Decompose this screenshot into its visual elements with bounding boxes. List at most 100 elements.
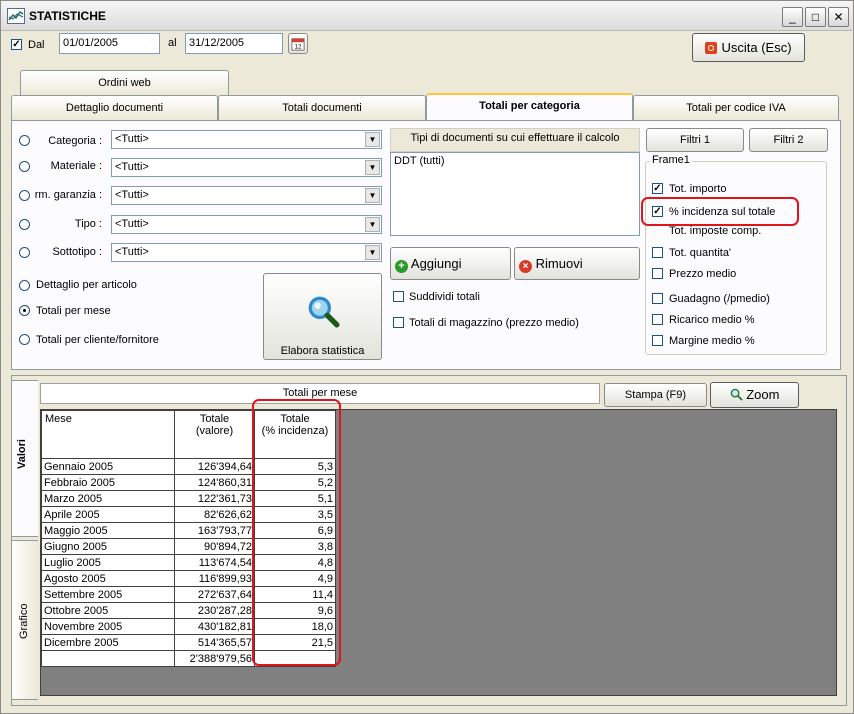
column-header-valore[interactable]: Totale (valore) bbox=[174, 410, 255, 459]
table-cell[interactable]: 113'674,54 bbox=[174, 554, 255, 571]
chevron-down-icon: ▼ bbox=[365, 217, 380, 232]
table-cell[interactable]: 230'287,28 bbox=[174, 602, 255, 619]
doc-types-header: Tipi di documenti su cui effettuare il c… bbox=[390, 128, 640, 152]
table-cell[interactable]: Novembre 2005 bbox=[41, 618, 175, 635]
al-label: al bbox=[168, 37, 177, 49]
maximize-icon: □ bbox=[811, 10, 820, 24]
chevron-down-icon: ▼ bbox=[365, 160, 380, 175]
table-cell[interactable]: 272'637,64 bbox=[174, 586, 255, 603]
table-cell[interactable]: Maggio 2005 bbox=[41, 522, 175, 539]
check-quantita[interactable] bbox=[652, 247, 663, 258]
mode-label-cliente: Totali per cliente/fornitore bbox=[36, 334, 159, 346]
minimize-button[interactable]: _ bbox=[782, 7, 803, 27]
filtri1-button[interactable]: Filtri 1 bbox=[646, 128, 744, 152]
tab-totali-documenti[interactable]: Totali documenti bbox=[218, 95, 426, 120]
magazzino-checkbox[interactable] bbox=[393, 317, 404, 328]
date-from-input[interactable]: 01/01/2005 bbox=[59, 33, 160, 54]
table-cell[interactable]: 122'361,73 bbox=[174, 490, 255, 507]
add-button[interactable]: + Aggiungi bbox=[390, 247, 511, 280]
plus-icon: + bbox=[395, 260, 408, 273]
filter-label-sottotipo: Sottotipo : bbox=[52, 246, 102, 258]
tab-grafico[interactable]: Grafico bbox=[11, 540, 38, 700]
magazzino-label: Totali di magazzino (prezzo medio) bbox=[409, 317, 579, 329]
table-cell[interactable]: 82'626,62 bbox=[174, 506, 255, 523]
filter-combo-sottotipo[interactable]: <Tutti> ▼ bbox=[111, 243, 382, 262]
calendar-icon: 12 bbox=[291, 38, 305, 51]
results-grid[interactable]: Mese Totale (valore) Totale (% incidenza… bbox=[40, 409, 837, 696]
chevron-down-icon: ▼ bbox=[365, 188, 380, 203]
tab-ordini-web[interactable]: Ordini web bbox=[20, 70, 229, 95]
table-cell[interactable]: Giugno 2005 bbox=[41, 538, 175, 555]
table-cell[interactable]: Agosto 2005 bbox=[41, 570, 175, 587]
zoom-icon bbox=[730, 388, 743, 401]
remove-button[interactable]: × Rimuovi bbox=[514, 247, 640, 280]
doc-types-list[interactable]: DDT (tutti) bbox=[390, 152, 640, 236]
table-cell[interactable]: Settembre 2005 bbox=[41, 586, 175, 603]
label-tot-importo: Tot. importo bbox=[669, 183, 727, 195]
maximize-button[interactable]: □ bbox=[805, 7, 826, 27]
mode-radio-dettaglio[interactable] bbox=[19, 280, 30, 291]
dal-checkbox[interactable]: ✓ bbox=[11, 39, 22, 50]
check-tot-importo[interactable]: ✓ bbox=[652, 183, 663, 194]
zoom-button[interactable]: Zoom bbox=[710, 382, 799, 408]
tab-valori[interactable]: Valori bbox=[11, 380, 38, 537]
title-bar: STATISTICHE _ □ ✕ bbox=[1, 1, 852, 31]
table-cell[interactable]: Marzo 2005 bbox=[41, 490, 175, 507]
filter-combo-tipo[interactable]: <Tutti> ▼ bbox=[111, 215, 382, 234]
suddividi-checkbox[interactable] bbox=[393, 291, 404, 302]
check-prezzo-medio[interactable] bbox=[652, 268, 663, 279]
dal-label: Dal bbox=[28, 39, 45, 51]
table-cell[interactable]: 163'793,77 bbox=[174, 522, 255, 539]
check-margine[interactable] bbox=[652, 335, 663, 346]
date-to-input[interactable]: 31/12/2005 bbox=[185, 33, 283, 54]
mode-radio-totali-mese[interactable] bbox=[19, 305, 30, 316]
filter-label-materiale: Materiale : bbox=[50, 160, 102, 172]
remove-icon: × bbox=[519, 260, 532, 273]
tab-dettaglio-documenti[interactable]: Dettaglio documenti bbox=[11, 95, 218, 120]
check-guadagno[interactable] bbox=[652, 293, 663, 304]
exit-button[interactable]: Uscita (Esc) bbox=[692, 33, 805, 62]
table-cell[interactable]: Luglio 2005 bbox=[41, 554, 175, 571]
table-cell[interactable]: 126'394,64 bbox=[174, 458, 255, 475]
table-cell[interactable]: 430'182,81 bbox=[174, 618, 255, 635]
label-margine: Margine medio % bbox=[669, 335, 755, 347]
table-cell[interactable]: Ottobre 2005 bbox=[41, 602, 175, 619]
filter-combo-garanzia[interactable]: <Tutti> ▼ bbox=[111, 186, 382, 205]
table-cell[interactable]: Aprile 2005 bbox=[41, 506, 175, 523]
mode-radio-cliente[interactable] bbox=[19, 334, 30, 345]
print-button[interactable]: Stampa (F9) bbox=[604, 383, 707, 407]
exit-icon bbox=[705, 42, 718, 54]
table-cell[interactable]: 514'365,57 bbox=[174, 634, 255, 651]
table-cell[interactable]: Gennaio 2005 bbox=[41, 458, 175, 475]
calendar-button[interactable]: 12 bbox=[288, 33, 308, 54]
table-cell[interactable]: Dicembre 2005 bbox=[41, 634, 175, 651]
tab-totali-per-codice-iva[interactable]: Totali per codice IVA bbox=[633, 95, 839, 120]
close-icon: ✕ bbox=[833, 10, 844, 24]
table-cell[interactable]: 2'388'979,56 bbox=[174, 650, 255, 667]
filter-combo-categoria[interactable]: <Tutti> ▼ bbox=[111, 130, 382, 149]
label-prezzo-medio: Prezzo medio bbox=[669, 268, 737, 280]
list-item[interactable]: DDT (tutti) bbox=[394, 155, 636, 167]
table-cell[interactable]: 124'860,31 bbox=[174, 474, 255, 491]
frame1-title: Frame1 bbox=[650, 154, 692, 166]
filter-label-tipo: Tipo : bbox=[74, 218, 102, 230]
label-quantita: Tot. quantita' bbox=[669, 247, 732, 259]
panel-scrollbar[interactable] bbox=[840, 120, 848, 370]
elabora-label: Elabora statistica bbox=[280, 345, 365, 357]
table-cell[interactable] bbox=[41, 650, 175, 667]
column-header-mese[interactable]: Mese bbox=[41, 410, 175, 459]
elabora-button[interactable]: Elabora statistica bbox=[263, 273, 382, 360]
close-button[interactable]: ✕ bbox=[828, 7, 849, 27]
tab-totali-per-categoria[interactable]: Totali per categoria bbox=[426, 93, 633, 121]
chart-icon bbox=[7, 8, 25, 24]
table-cell[interactable]: 90'894,72 bbox=[174, 538, 255, 555]
magnifier-icon bbox=[308, 296, 340, 328]
filter-combo-materiale[interactable]: <Tutti> ▼ bbox=[111, 158, 382, 177]
suddividi-label: Suddividi totali bbox=[409, 291, 480, 303]
table-cell[interactable]: 116'899,93 bbox=[174, 570, 255, 587]
minimize-icon: _ bbox=[789, 10, 796, 24]
table-cell[interactable]: Febbraio 2005 bbox=[41, 474, 175, 491]
highlight-incidenza bbox=[641, 197, 799, 226]
check-ricarico[interactable] bbox=[652, 314, 663, 325]
filtri2-button[interactable]: Filtri 2 bbox=[749, 128, 828, 152]
